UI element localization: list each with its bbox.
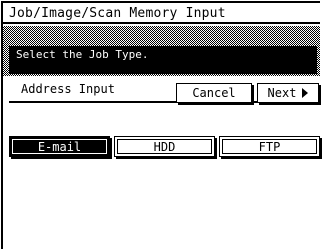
job-type-panel: Job/Image/Scan Memory Input Select the J… xyxy=(1,1,320,249)
message-text: Select the Job Type. xyxy=(16,48,149,61)
next-button[interactable]: Next xyxy=(257,83,319,103)
job-type-label: FTP xyxy=(258,139,281,154)
job-type-ftp-button[interactable]: FTP xyxy=(219,136,320,157)
right-arrow-icon xyxy=(302,88,309,98)
address-input-label: Address Input xyxy=(21,82,115,96)
cancel-button-label: Cancel xyxy=(192,86,236,100)
job-type-email-button[interactable]: E-mail xyxy=(9,136,110,157)
message-band: Select the Job Type. xyxy=(3,26,320,76)
cancel-button[interactable]: Cancel xyxy=(176,83,252,103)
next-button-label: Next xyxy=(267,86,297,100)
job-type-label: HDD xyxy=(153,139,176,154)
title-bar: Job/Image/Scan Memory Input xyxy=(3,3,320,24)
job-type-label: E-mail xyxy=(37,139,82,154)
screen-title: Job/Image/Scan Memory Input xyxy=(9,6,226,21)
job-type-hdd-button[interactable]: HDD xyxy=(114,136,215,157)
